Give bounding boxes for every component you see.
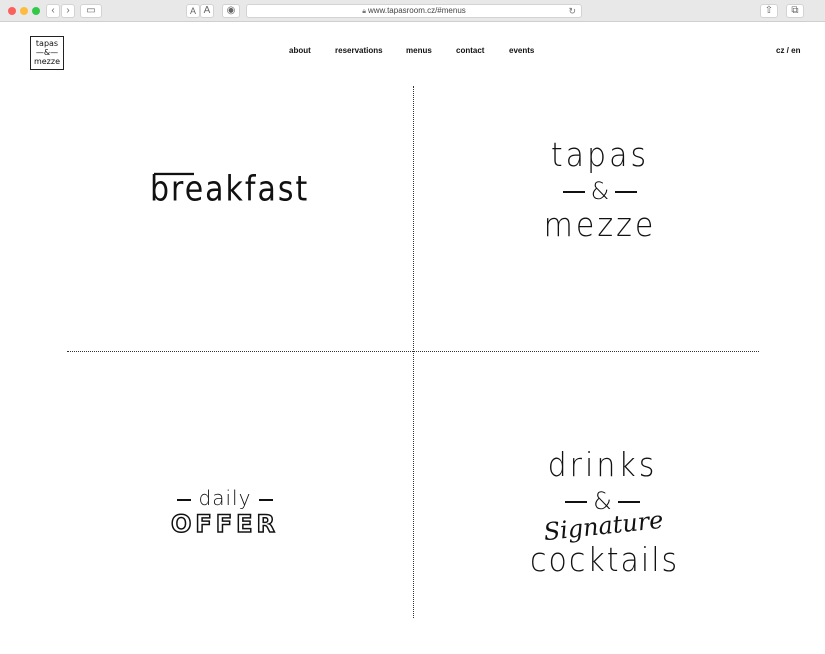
drinks-label: drinks <box>547 446 658 485</box>
address-bar[interactable]: 🔒︎ www.tapasroom.cz/#menus ↻ <box>246 4 582 18</box>
share-icon: ⇧ <box>764 5 774 16</box>
breakfast-label-wrap: breakfast <box>150 169 309 209</box>
zoom-window-button[interactable] <box>32 7 40 15</box>
back-button[interactable]: ‹ <box>46 4 60 18</box>
reload-icon[interactable]: ↻ <box>568 5 576 17</box>
share-button[interactable]: ⇧ <box>760 4 778 18</box>
decrease-font-button[interactable]: A <box>186 4 200 18</box>
reader-button[interactable]: ◉ <box>222 4 240 18</box>
reader-icon: ◉ <box>226 5 236 16</box>
offer-label: OFFER <box>170 509 280 539</box>
sidebar-toggle-button[interactable]: ▭ <box>80 4 102 18</box>
chevron-right-icon: › <box>66 5 70 16</box>
menu-tile-breakfast[interactable]: breakfast <box>150 169 307 209</box>
increase-font-button[interactable]: A <box>200 4 214 18</box>
nav-item-contact[interactable]: contact <box>456 46 484 55</box>
tapas-label: tapas <box>550 136 650 175</box>
tabs-button[interactable]: ⧉ <box>786 4 804 18</box>
nav-item-menus[interactable]: menus <box>406 46 432 55</box>
lock-icon: 🔒︎ <box>362 8 366 15</box>
minimize-window-button[interactable] <box>20 7 28 15</box>
nav-item-events[interactable]: events <box>509 46 534 55</box>
forward-button[interactable]: › <box>61 4 75 18</box>
nav-item-about[interactable]: about <box>289 46 311 55</box>
main-nav: about reservations menus contact events <box>0 46 825 58</box>
menu-tile-tapas-mezze[interactable]: tapas & mezze <box>540 136 660 246</box>
horizontal-divider <box>67 351 759 352</box>
browser-toolbar: ‹ › ▭ A A ◉ 🔒︎ www.tapasroom.cz/#menus ↻ … <box>0 0 825 22</box>
menu-tile-drinks-cocktails[interactable]: drinks & Signature cocktails <box>530 446 680 580</box>
daily-label: daily <box>198 486 252 510</box>
logo-line-mezze: mezze <box>33 57 61 66</box>
breakfast-label: breakfast <box>150 169 310 210</box>
nav-item-reservations[interactable]: reservations <box>335 46 383 55</box>
tapas-ampersand: & <box>590 177 610 205</box>
tabs-icon: ⧉ <box>791 5 799 16</box>
mezze-label: mezze <box>543 206 657 245</box>
cocktails-label: cocktails <box>530 541 680 580</box>
language-switch[interactable]: cz / en <box>776 46 800 55</box>
close-window-button[interactable] <box>8 7 16 15</box>
url-text: www.tapasroom.cz/#menus <box>367 6 466 15</box>
chevron-left-icon: ‹ <box>51 5 55 16</box>
menu-tile-daily-offer[interactable]: daily OFFER <box>150 486 300 539</box>
breakfast-overline <box>154 172 194 176</box>
tapas-ampersand-row: & <box>540 176 660 206</box>
vertical-divider <box>413 86 414 618</box>
daily-row: daily <box>150 486 300 510</box>
sidebar-icon: ▭ <box>86 5 96 16</box>
